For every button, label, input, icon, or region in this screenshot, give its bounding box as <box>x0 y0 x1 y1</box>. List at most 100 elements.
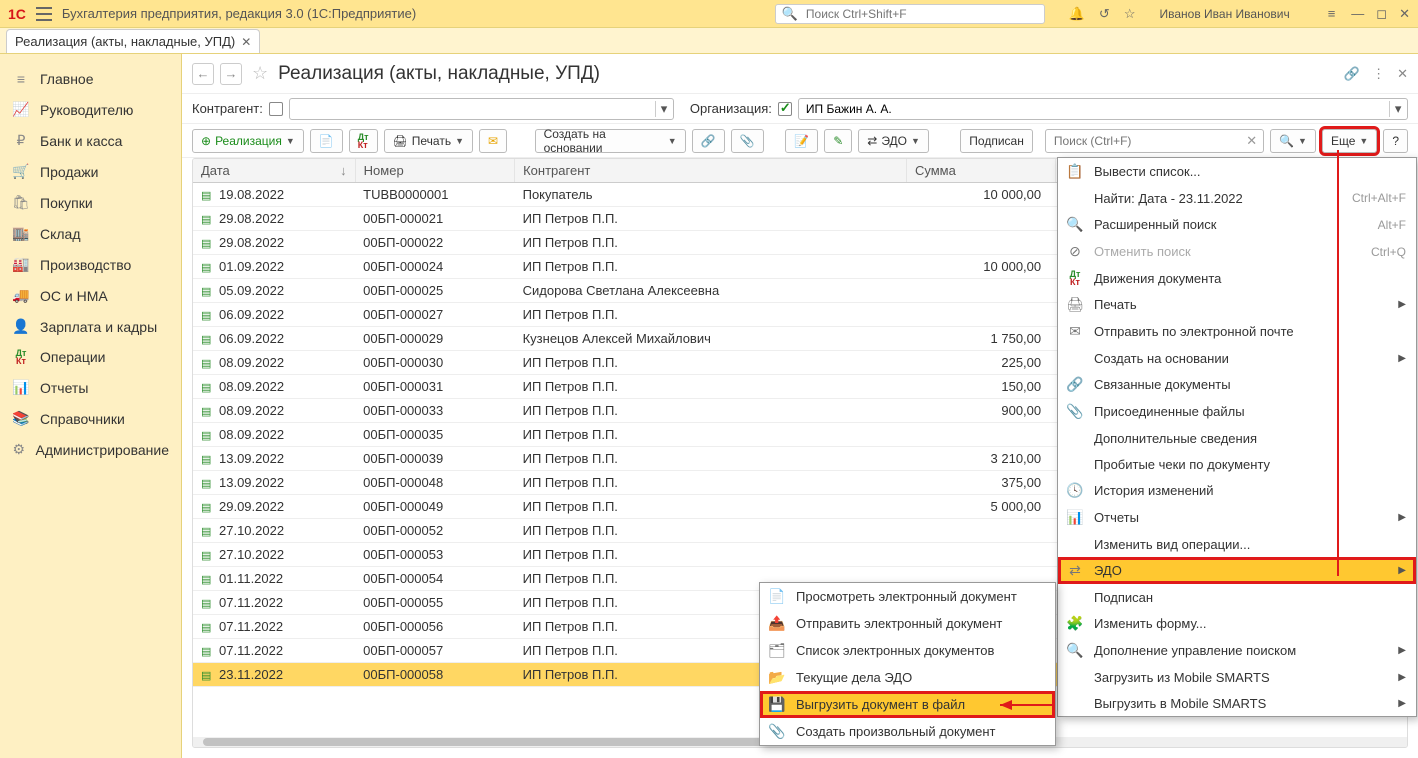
sidebar-item-10[interactable]: 📊Отчеты <box>0 372 181 403</box>
global-search[interactable]: 🔍 <box>775 4 1045 24</box>
submenu-item[interactable]: 📎Создать произвольный документ <box>760 718 1055 745</box>
logo-1c: 1C <box>8 6 26 22</box>
sidebar-item-8[interactable]: 👤Зарплата и кадры <box>0 311 181 342</box>
menu-icon: 🧩 <box>1066 615 1084 632</box>
menu-icon: 📋 <box>1066 163 1084 180</box>
link-icon[interactable]: 🔗 <box>1344 66 1360 82</box>
menu-item[interactable]: Создать на основании▶ <box>1058 345 1416 371</box>
chevron-down-icon[interactable]: ▾ <box>1389 101 1403 117</box>
column-header[interactable]: Сумма <box>906 159 1055 183</box>
sidebar-item-5[interactable]: 🏬Склад <box>0 218 181 249</box>
menu-item[interactable]: ⇄ЭДО▶ <box>1058 557 1416 584</box>
star-icon[interactable]: ☆ <box>1124 6 1136 22</box>
menu-item[interactable]: 🖨Печать▶ <box>1058 291 1416 318</box>
submenu-item[interactable]: 💾Выгрузить документ в файл <box>760 691 1055 718</box>
tab-current[interactable]: Реализация (акты, накладные, УПД) ✕ <box>6 29 260 53</box>
column-header[interactable]: Контрагент <box>515 159 907 183</box>
doc-icon: ▤ <box>201 597 215 610</box>
menu-item[interactable]: Загрузить из Mobile SMARTS▶ <box>1058 664 1416 690</box>
menu-item[interactable]: Выгрузить в Mobile SMARTS▶ <box>1058 690 1416 716</box>
forward-button[interactable]: → <box>220 63 242 85</box>
sidebar-item-9[interactable]: ДтКтОперации <box>0 342 181 372</box>
dtkt-button[interactable]: ДтКт <box>349 129 378 153</box>
help-button[interactable]: ? <box>1383 129 1408 153</box>
edo-button[interactable]: ⇄ ЭДО ▼ <box>858 129 929 153</box>
sidebar-item-1[interactable]: 📈Руководителю <box>0 94 181 125</box>
column-header[interactable]: Номер <box>355 159 514 183</box>
menu-item[interactable]: ✉Отправить по электронной почте <box>1058 318 1416 345</box>
more-icon[interactable]: ⋮ <box>1372 66 1385 82</box>
related-button[interactable]: 🔗 <box>692 129 725 153</box>
filter1-checkbox[interactable] <box>269 102 283 116</box>
sidebar-item-11[interactable]: 📚Справочники <box>0 403 181 434</box>
menu-label: Изменить вид операции... <box>1094 537 1406 552</box>
submenu-item[interactable]: 📤Отправить электронный документ <box>760 610 1055 637</box>
menu-icon[interactable]: ≡ <box>1328 6 1336 21</box>
tab-close-icon[interactable]: ✕ <box>241 35 251 49</box>
menu-item[interactable]: ДтКтДвижения документа <box>1058 265 1416 291</box>
search-dropdown-button[interactable]: 🔍▼ <box>1270 129 1316 153</box>
menu-item[interactable]: Найти: Дата - 23.11.2022Ctrl+Alt+F <box>1058 185 1416 211</box>
menu-item[interactable]: 🔗Связанные документы <box>1058 371 1416 398</box>
bell-icon[interactable]: 🔔 <box>1069 6 1085 22</box>
print-button[interactable]: 🖨 Печать ▼ <box>384 129 473 153</box>
signed-button[interactable]: Подписан <box>960 129 1033 153</box>
sidebar-item-4[interactable]: 🛍Покупки <box>0 187 181 218</box>
menu-item[interactable]: 🔍Расширенный поискAlt+F <box>1058 211 1416 238</box>
hamburger-icon[interactable] <box>36 7 52 21</box>
attach-button[interactable]: 📎 <box>731 129 764 153</box>
menu-item[interactable]: 📊Отчеты▶ <box>1058 504 1416 531</box>
sidebar-item-0[interactable]: ≡Главное <box>0 64 181 94</box>
menu-label: Вывести список... <box>1094 164 1406 179</box>
sidebar-item-12[interactable]: ⚙Администрирование <box>0 434 181 465</box>
sign-button[interactable]: 📝 <box>785 129 818 153</box>
minimize-button[interactable]: — <box>1351 6 1364 22</box>
maximize-button[interactable]: ◻ <box>1376 6 1387 22</box>
menu-item[interactable]: 📋 Вывести список... <box>1058 158 1416 185</box>
doc-icon: ▤ <box>201 525 215 538</box>
menu-item[interactable]: Изменить вид операции... <box>1058 531 1416 557</box>
sidebar-item-6[interactable]: 🏭Производство <box>0 249 181 280</box>
sidebar-item-label: ОС и НМА <box>40 288 108 304</box>
filter1-combo[interactable]: ▾ <box>289 98 674 120</box>
chevron-down-icon[interactable]: ▾ <box>655 101 669 117</box>
sidebar-item-7[interactable]: 🚚ОС и НМА <box>0 280 181 311</box>
approve-button[interactable]: ✎ <box>824 129 852 153</box>
history-icon[interactable]: ↺ <box>1099 6 1110 22</box>
toolbar-search-input[interactable] <box>1052 133 1242 149</box>
sidebar-item-3[interactable]: 🛒Продажи <box>0 156 181 187</box>
menu-item[interactable]: 🔍Дополнение управление поиском▶ <box>1058 637 1416 664</box>
mail-button[interactable]: ✉ <box>479 129 507 153</box>
toolbar-search[interactable]: ✕ <box>1045 129 1264 153</box>
close-window-button[interactable]: ✕ <box>1399 6 1410 22</box>
menu-item[interactable]: Пробитые чеки по документу <box>1058 451 1416 477</box>
menu-item[interactable]: 🕓История изменений <box>1058 477 1416 504</box>
submenu-item[interactable]: 📂Текущие дела ЭДО <box>760 664 1055 691</box>
menu-item[interactable]: Дополнительные сведения <box>1058 425 1416 451</box>
more-button[interactable]: Еще ▼ <box>1322 129 1377 153</box>
filter1-input[interactable] <box>294 102 655 116</box>
create-based-button[interactable]: Создать на основании ▼ <box>535 129 686 153</box>
filter2-combo[interactable]: ▾ <box>798 98 1408 120</box>
submenu-item[interactable]: 📄Просмотреть электронный документ <box>760 583 1055 610</box>
copy-button[interactable]: 📄 <box>310 129 343 153</box>
global-search-input[interactable] <box>804 6 1038 22</box>
clear-search-icon[interactable]: ✕ <box>1246 133 1257 149</box>
favorite-icon[interactable]: ☆ <box>252 63 268 84</box>
chevron-down-icon: ▼ <box>1359 136 1368 146</box>
doc-icon: ▤ <box>201 237 215 250</box>
close-page-button[interactable]: ✕ <box>1397 66 1408 82</box>
column-header[interactable]: Дата ↓ <box>193 159 355 183</box>
menu-item[interactable]: Подписан <box>1058 584 1416 610</box>
menu-item[interactable]: 📎Присоединенные файлы <box>1058 398 1416 425</box>
back-button[interactable]: ← <box>192 63 214 85</box>
create-button[interactable]: ⊕ Реализация ▼ <box>192 129 304 153</box>
menu-item[interactable]: 🧩Изменить форму... <box>1058 610 1416 637</box>
sidebar-item-2[interactable]: ₽Банк и касса <box>0 125 181 156</box>
sidebar-item-label: Операции <box>40 349 106 365</box>
doc-icon: ▤ <box>201 213 215 226</box>
filter2-checkbox[interactable] <box>778 102 792 116</box>
user-name[interactable]: Иванов Иван Иванович <box>1159 7 1289 21</box>
filter2-input[interactable] <box>803 102 1389 116</box>
submenu-item[interactable]: 🗂Список электронных документов <box>760 637 1055 664</box>
